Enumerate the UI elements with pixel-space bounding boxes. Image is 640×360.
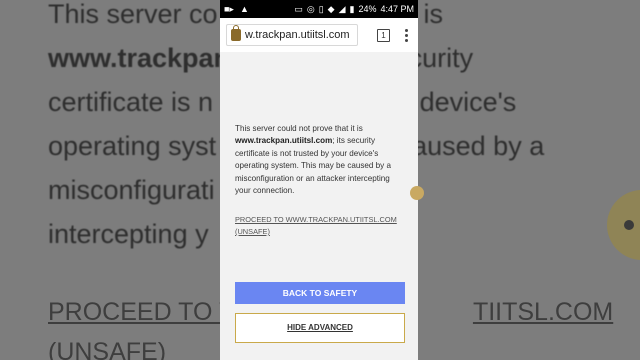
video-icon: ■▸ [224,3,234,14]
battery-icon: ▮ [349,3,355,14]
status-bar: ■▸ ▲ ▭ ◎ ▯ ◆ ◢ ▮ 24% 4:47 PM [220,0,418,18]
battery-percent: 24% [358,4,377,14]
tab-switcher-button[interactable]: 1 [377,28,390,42]
phone-screen: ■▸ ▲ ▭ ◎ ▯ ◆ ◢ ▮ 24% 4:47 PM w.trackpan.… [220,0,418,360]
floating-dot [410,186,424,200]
vibrate-icon: ▯ [318,3,324,14]
warning-icon: ▲ [239,3,249,14]
hotspot-icon: ◎ [306,3,315,14]
clock: 4:47 PM [380,4,414,14]
signal-icon: ◢ [338,3,346,14]
error-message: This server could not prove that it is w… [235,124,391,196]
hide-advanced-button[interactable]: HIDE ADVANCED [235,313,405,343]
lock-icon[interactable] [231,25,241,41]
interstitial-page: This server could not prove that it is w… [220,52,418,360]
overflow-menu-icon[interactable] [405,28,408,42]
cast-icon: ▭ [294,3,303,14]
back-to-safety-button[interactable]: BACK TO SAFETY [235,282,405,304]
error-domain: www.trackpan.utiitsl.com [235,136,333,146]
address-bar[interactable]: w.trackpan.utiitsl.com [226,24,358,46]
browser-toolbar: w.trackpan.utiitsl.com 1 [220,18,418,52]
proceed-unsafe-link[interactable]: PROCEED TO WWW.TRACKPAN.UTIITSL.COM (UNS… [235,214,407,238]
url-text[interactable]: w.trackpan.utiitsl.com [245,29,350,41]
wifi-icon: ◆ [327,3,335,14]
